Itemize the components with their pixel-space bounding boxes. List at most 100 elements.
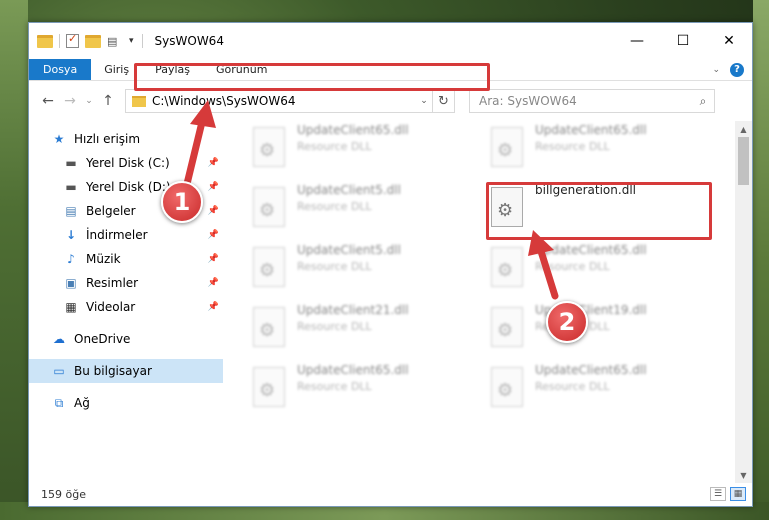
forward-button[interactable]: → bbox=[59, 90, 81, 112]
file-item[interactable]: UpdateClient19.dllResource DLL bbox=[481, 301, 701, 353]
back-button[interactable]: ← bbox=[37, 90, 59, 112]
search-box[interactable]: Ara: SysWOW64 ⌕ bbox=[469, 89, 715, 113]
file-item[interactable]: UpdateClient65.dll Resource DLL bbox=[481, 361, 701, 413]
tab-file[interactable]: Dosya bbox=[29, 59, 92, 80]
quick-access-dropdown-icon[interactable]: ▾ bbox=[129, 36, 134, 46]
cloud-icon: ☁ bbox=[53, 332, 65, 346]
vertical-scrollbar[interactable]: ▲ ▼ bbox=[735, 121, 752, 483]
view-buttons: ☰ ▦ bbox=[710, 487, 752, 501]
sidebar-item-network[interactable]: ⧉ Ağ bbox=[29, 391, 223, 415]
sidebar-item-local-disk-c[interactable]: ▬ Yerel Disk (C:) 📌 bbox=[29, 151, 223, 175]
file-type: Resource DLL bbox=[535, 380, 610, 393]
pin-icon: 📌 bbox=[207, 254, 219, 264]
pictures-icon: ▣ bbox=[65, 276, 77, 290]
file-item[interactable]: UpdateClient65.dll Resource DLL bbox=[481, 121, 701, 173]
expand-ribbon-icon[interactable]: ⌄ bbox=[712, 65, 720, 75]
file-name: UpdateClient65.dll bbox=[297, 363, 409, 377]
address-highlight-box bbox=[134, 63, 490, 91]
file-item[interactable]: UpdateClient21.dll Resource DLL bbox=[243, 301, 463, 353]
title-separator bbox=[141, 34, 143, 48]
sidebar-item-label: Yerel Disk (D:) bbox=[86, 180, 171, 194]
computer-icon: ▭ bbox=[53, 364, 65, 378]
details-view-icon[interactable]: ☰ bbox=[710, 487, 726, 501]
refresh-icon[interactable]: ↻ bbox=[432, 90, 454, 112]
dll-file-icon bbox=[253, 307, 285, 347]
sidebar-item-label: Belgeler bbox=[86, 204, 136, 218]
maximize-button[interactable]: ☐ bbox=[660, 23, 706, 59]
pin-icon: 📌 bbox=[207, 182, 219, 192]
pin-icon: 📌 bbox=[207, 206, 219, 216]
recent-locations-icon[interactable]: ⌄ bbox=[81, 96, 97, 106]
dll-file-icon bbox=[253, 247, 285, 287]
file-highlight-box bbox=[486, 182, 712, 240]
ribbon-right: ⌄ ? bbox=[712, 59, 752, 80]
sidebar-item-music[interactable]: ♪ Müzik 📌 bbox=[29, 247, 223, 271]
dll-file-icon bbox=[253, 187, 285, 227]
sidebar-item-label: Müzik bbox=[86, 252, 121, 266]
sidebar-item-label: Yerel Disk (C:) bbox=[86, 156, 170, 170]
file-name: UpdateClient65.dll bbox=[297, 123, 409, 137]
folder-icon bbox=[37, 34, 53, 48]
sidebar-item-pictures[interactable]: ▣ Resimler 📌 bbox=[29, 271, 223, 295]
properties-icon[interactable] bbox=[66, 32, 79, 48]
file-type: Resource DLL bbox=[297, 260, 372, 273]
sidebar-item-quick-access[interactable]: ★ Hızlı erişim bbox=[29, 127, 223, 151]
sidebar-item-downloads[interactable]: ↓ İndirmeler 📌 bbox=[29, 223, 223, 247]
file-name: UpdateClient5.dll bbox=[297, 183, 401, 197]
help-icon[interactable]: ? bbox=[730, 62, 744, 77]
customize-view-icon[interactable]: ▤ bbox=[107, 35, 121, 48]
new-folder-icon[interactable] bbox=[85, 34, 101, 48]
title-bar: ▤ ▾ SysWOW64 — ☐ ✕ bbox=[29, 23, 752, 59]
music-icon: ♪ bbox=[67, 252, 75, 266]
step-1-badge: 1 bbox=[161, 181, 203, 223]
sidebar-item-onedrive[interactable]: ☁ OneDrive bbox=[29, 327, 223, 351]
file-item[interactable]: UpdateClient65.dll Resource DLL bbox=[481, 241, 701, 293]
scroll-up-icon[interactable]: ▲ bbox=[735, 121, 752, 137]
download-icon: ↓ bbox=[65, 228, 77, 242]
window-controls: — ☐ ✕ bbox=[614, 23, 752, 59]
search-icon[interactable]: ⌕ bbox=[692, 94, 714, 109]
file-type: Resource DLL bbox=[297, 320, 372, 333]
file-item[interactable]: UpdateClient5.dll Resource DLL bbox=[243, 241, 463, 293]
file-list: UpdateClient65.dll Resource DLL UpdateCli… bbox=[223, 121, 752, 483]
scroll-down-icon[interactable]: ▼ bbox=[735, 467, 752, 483]
large-icons-view-icon[interactable]: ▦ bbox=[730, 487, 746, 501]
file-type: Resource DLL bbox=[535, 140, 610, 153]
sidebar-item-label: Resimler bbox=[86, 276, 139, 290]
dll-file-icon bbox=[253, 367, 285, 407]
navigation-pane: ★ Hızlı erişim ▬ Yerel Disk (C:) 📌 ▬ Yer… bbox=[29, 121, 223, 483]
address-path[interactable]: C:\Windows\SysWOW64 bbox=[152, 94, 416, 108]
drive-icon: ▬ bbox=[65, 180, 77, 194]
sidebar-item-label: Videolar bbox=[86, 300, 136, 314]
file-name: UpdateClient21.dll bbox=[297, 303, 409, 317]
sidebar-item-this-pc[interactable]: ▭ Bu bilgisayar bbox=[29, 359, 223, 383]
file-type: Resource DLL bbox=[535, 260, 610, 273]
sidebar-item-label: OneDrive bbox=[74, 332, 131, 346]
file-type: Resource DLL bbox=[297, 200, 372, 213]
file-item[interactable]: UpdateClient65.dll Resource DLL bbox=[243, 121, 463, 173]
minimize-button[interactable]: — bbox=[614, 23, 660, 59]
file-item[interactable]: UpdateClient65.dll Resource DLL bbox=[243, 361, 463, 413]
pin-icon: 📌 bbox=[207, 230, 219, 240]
address-dropdown-icon[interactable]: ⌄ bbox=[416, 96, 432, 106]
file-type: Resource DLL bbox=[297, 380, 372, 393]
sidebar-item-label: Bu bilgisayar bbox=[74, 364, 152, 378]
address-bar[interactable]: C:\Windows\SysWOW64 ⌄ ↻ bbox=[125, 89, 455, 113]
video-icon: ▦ bbox=[65, 300, 77, 314]
pin-icon: 📌 bbox=[207, 158, 219, 168]
close-button[interactable]: ✕ bbox=[706, 23, 752, 59]
status-bar: 159 öğe ☰ ▦ bbox=[29, 482, 752, 506]
file-item[interactable]: UpdateClient5.dll Resource DLL bbox=[243, 181, 463, 233]
step-2-badge: 2 bbox=[546, 301, 588, 343]
file-name: UpdateClient65.dll bbox=[535, 363, 647, 377]
up-button[interactable]: ↑ bbox=[97, 90, 119, 112]
star-icon: ★ bbox=[53, 132, 65, 146]
search-input[interactable]: Ara: SysWOW64 bbox=[479, 94, 692, 108]
quick-access-separator bbox=[59, 34, 60, 48]
scroll-thumb[interactable] bbox=[738, 137, 749, 185]
dll-file-icon bbox=[253, 127, 285, 167]
desktop-background-left bbox=[0, 0, 28, 520]
sidebar-item-videos[interactable]: ▦ Videolar 📌 bbox=[29, 295, 223, 319]
dll-file-icon bbox=[491, 367, 523, 407]
desktop-background-right bbox=[753, 0, 769, 520]
